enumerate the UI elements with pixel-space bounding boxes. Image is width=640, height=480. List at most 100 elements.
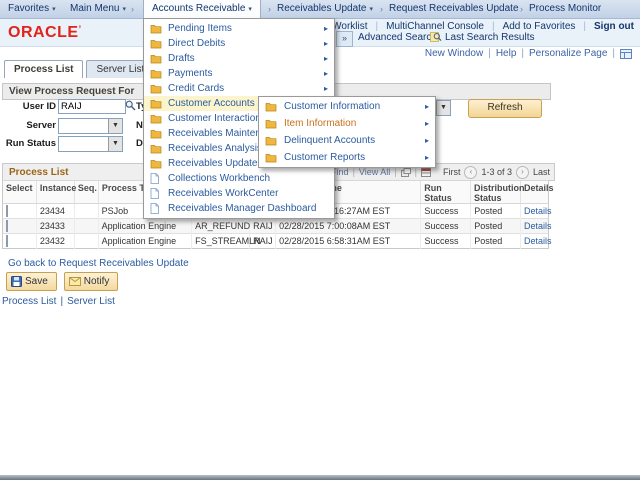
instance-cell: 23432 <box>37 233 75 249</box>
last-search-results-label: Last Search Results <box>445 31 535 43</box>
breadcrumb-favorites[interactable]: Favorites ▾ <box>8 0 56 18</box>
menu-item-payments[interactable]: Payments ▸ <box>144 66 334 81</box>
menu-item-pending-items[interactable]: Pending Items ▸ <box>144 21 334 36</box>
link-separator: | <box>612 48 615 59</box>
toolbar-separator: | <box>352 167 355 177</box>
folder-icon <box>150 54 164 64</box>
advanced-search-link[interactable]: Advanced Search <box>358 32 437 43</box>
window-bottom-strip <box>0 475 640 480</box>
details-link[interactable]: Details <box>521 234 552 249</box>
folder-icon <box>265 102 279 112</box>
save-button[interactable]: Save <box>6 272 57 291</box>
menu-item-label: Pending Items <box>168 23 232 34</box>
menu-item-credit-cards[interactable]: Credit Cards ▸ <box>144 81 334 96</box>
menu-item-label: Receivables Manager Dashboard <box>168 203 317 214</box>
save-icon <box>11 276 22 287</box>
go-back-link[interactable]: Go back to Request Receivables Update <box>8 258 189 269</box>
folder-icon <box>150 114 164 124</box>
details-link[interactable]: Details <box>521 204 552 219</box>
submenu-item-item-information[interactable]: Item Information ▸ <box>259 115 435 132</box>
popup-grid-icon[interactable] <box>400 167 411 177</box>
menu-item-direct-debits[interactable]: Direct Debits ▸ <box>144 36 334 51</box>
column-header-distribution-status[interactable]: Distribution Status <box>471 181 525 203</box>
breadcrumb-request-receivables-update[interactable]: Request Receivables Update <box>389 0 519 18</box>
menu-item-label: Receivables Analysis <box>168 143 262 154</box>
submenu-arrow-icon: ▸ <box>323 39 328 48</box>
row-checkbox[interactable] <box>6 219 8 232</box>
column-header-details[interactable]: Details <box>521 181 554 203</box>
breadcrumb-main-menu[interactable]: Main Menu ▾ <box>70 0 126 18</box>
process-list-link[interactable]: Process List <box>2 296 56 307</box>
menu-item-receivables-workcenter[interactable]: Receivables WorkCenter <box>144 186 334 201</box>
view-all-link[interactable]: View All <box>359 167 390 177</box>
search-go-button[interactable]: » <box>336 31 353 47</box>
help-link[interactable]: Help <box>496 48 517 59</box>
run-status-label: Run Status <box>5 138 56 149</box>
folder-icon <box>150 159 164 169</box>
folder-icon <box>150 24 164 34</box>
breadcrumb-separator: › <box>131 4 134 14</box>
seq-cell <box>75 218 99 234</box>
server-label: Server <box>26 120 56 131</box>
breadcrumb-accounts-receivable[interactable]: Accounts Receivable ▾ <box>143 0 261 18</box>
menu-item-drafts[interactable]: Drafts ▸ <box>144 51 334 66</box>
refresh-button[interactable]: Refresh <box>468 99 542 118</box>
tab-process-list[interactable]: Process List <box>4 60 84 78</box>
run-datetime-cell: 02/28/2015 6:58:31AM EST <box>276 233 422 249</box>
column-header-select[interactable]: Select <box>3 181 37 203</box>
submenu-item-customer-reports[interactable]: Customer Reports ▸ <box>259 149 435 166</box>
table-row: 23433 Application Engine AR_REFUND RAIJ … <box>2 218 552 234</box>
menu-item-label: Receivables WorkCenter <box>168 188 279 199</box>
submenu-arrow-icon: ▸ <box>323 54 328 63</box>
menu-item-label: Drafts <box>168 53 195 64</box>
menu-item-label: Direct Debits <box>168 38 226 49</box>
distribution-status-cell: Posted <box>471 218 521 234</box>
submenu-item-customer-information[interactable]: Customer Information ▸ <box>259 98 435 115</box>
http-grid-icon[interactable] <box>620 48 632 59</box>
column-header-seq[interactable]: Seq. <box>75 181 99 203</box>
folder-icon <box>150 69 164 79</box>
distribution-status-cell: Posted <box>471 203 521 219</box>
menu-item-collections-workbench[interactable]: Collections Workbench <box>144 171 334 186</box>
server-list-link[interactable]: Server List <box>67 296 115 307</box>
bottom-links: Process List | Server List <box>2 296 115 307</box>
process-name-cell: FS_STREAMLN <box>192 233 261 249</box>
process-type-cell: Application Engine <box>99 233 193 249</box>
row-checkbox[interactable] <box>6 234 8 247</box>
save-button-label: Save <box>25 276 48 287</box>
user-id-input[interactable]: RAIJ <box>58 99 126 114</box>
submenu-item-label: Customer Information <box>284 101 381 112</box>
pager-prev-icon[interactable]: ‹ <box>464 165 478 179</box>
oracle-logo: ORACLE’ <box>8 24 82 41</box>
folder-icon <box>150 129 164 139</box>
chevron-down-icon: ▾ <box>248 6 252 13</box>
column-header-instance[interactable]: Instance <box>37 181 76 203</box>
notify-button[interactable]: Notify <box>63 272 119 291</box>
breadcrumb-receivables-update[interactable]: Receivables Update ▾ <box>277 0 373 18</box>
menu-item-label: Receivables Update <box>168 158 258 169</box>
nav-sign-out[interactable]: Sign out <box>594 21 634 32</box>
row-checkbox[interactable] <box>6 204 8 217</box>
pager-next-icon[interactable]: › <box>515 165 529 179</box>
personalize-page-link[interactable]: Personalize Page <box>529 48 607 59</box>
download-icon[interactable] <box>420 167 431 177</box>
process-monitor-page: Favorites ▾ Main Menu ▾ › Accounts Receiva… <box>0 0 640 480</box>
server-select[interactable]: ▼ <box>58 118 123 134</box>
menu-item-receivables-manager-dashboard[interactable]: Receivables Manager Dashboard <box>144 201 334 216</box>
menu-item-label: Payments <box>168 68 213 79</box>
new-window-link[interactable]: New Window <box>425 48 483 59</box>
details-link[interactable]: Details <box>521 219 552 234</box>
submenu-arrow-icon: ▸ <box>323 24 328 33</box>
last-search-results-link[interactable]: Last Search Results <box>430 31 535 43</box>
page-tabs: Process List Server List <box>4 60 155 78</box>
run-status-select[interactable]: ▼ <box>58 136 123 152</box>
pager-first[interactable]: First <box>443 167 461 177</box>
column-header-run-status[interactable]: Run Status <box>421 181 471 203</box>
submenu-arrow-icon: ▸ <box>424 153 429 162</box>
breadcrumb: Favorites ▾ Main Menu ▾ › Accounts Receiva… <box>0 0 640 19</box>
page-icon <box>150 173 164 184</box>
breadcrumb-process-monitor[interactable]: Process Monitor <box>529 0 601 18</box>
process-type-cell: Application Engine <box>99 218 193 234</box>
submenu-item-delinquent-accounts[interactable]: Delinquent Accounts ▸ <box>259 132 435 149</box>
pager-last[interactable]: Last <box>533 167 550 177</box>
